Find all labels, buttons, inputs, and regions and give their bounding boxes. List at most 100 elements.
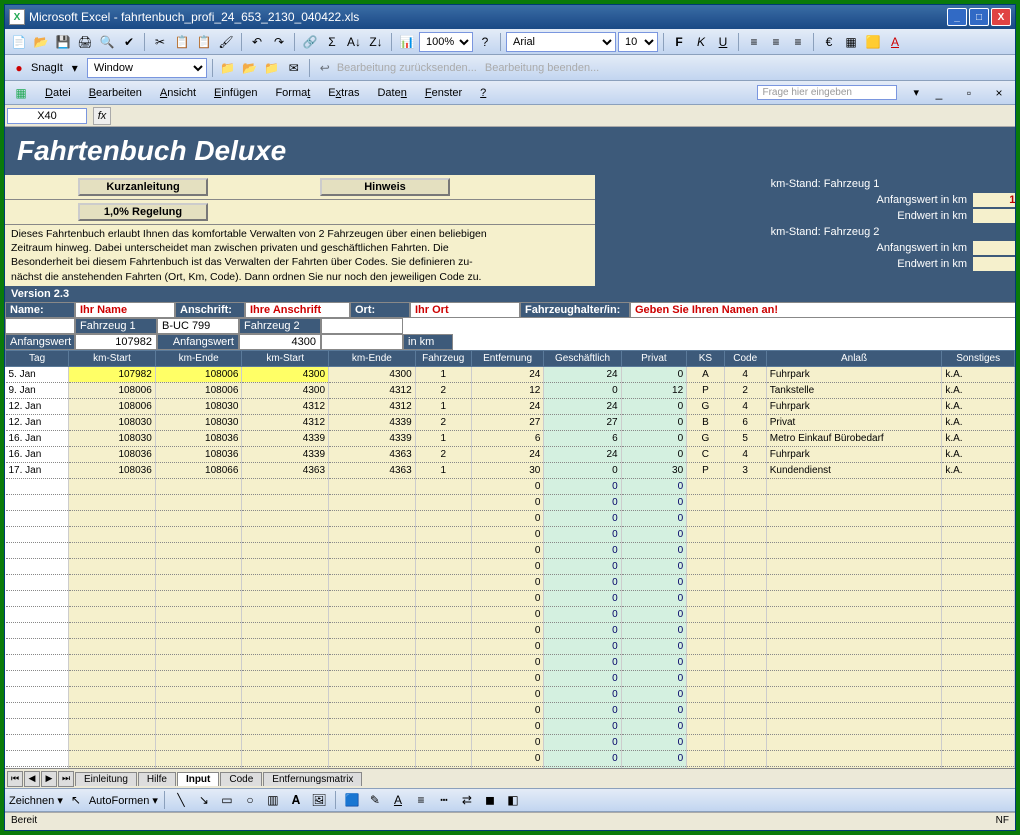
fx-button[interactable]: fx [93,107,111,125]
cell-ges[interactable]: 6 [544,430,621,446]
table-row-empty[interactable]: 000 [6,558,1015,574]
cell-ke1[interactable]: 108030 [155,398,242,414]
clipart-icon[interactable]: 🖼 [309,790,329,810]
cell-prv[interactable]: 0 [621,366,687,382]
cell-ges[interactable]: 24 [544,366,621,382]
sheet-tab-hilfe[interactable]: Hilfe [138,772,176,786]
cell-ent[interactable]: 12 [471,382,544,398]
sheet-tab-entfernungsmatrix[interactable]: Entfernungsmatrix [263,772,362,786]
table-row-empty[interactable]: 000 [6,686,1015,702]
cell-ke2[interactable]: 4312 [329,382,416,398]
doc-close-icon[interactable]: × [989,83,1009,103]
col-header[interactable]: km-Start [242,350,329,366]
cell-ks[interactable]: G [687,398,724,414]
table-row[interactable]: 12. Jan10803010803043124339227270B6Priva… [6,414,1015,430]
font-color-icon[interactable]: A [885,32,905,52]
table-row-empty[interactable]: 000 [6,510,1015,526]
cell-anlass[interactable]: Privat [766,414,942,430]
data-table[interactable]: Tagkm-Startkm-Endekm-Startkm-EndeFahrzeu… [5,350,1015,768]
cell-ke1[interactable]: 108030 [155,414,242,430]
cell-code[interactable]: 5 [724,430,766,446]
underline-icon[interactable]: U [713,32,733,52]
zoom-combo[interactable]: 100% [419,32,473,52]
cell-ent[interactable]: 6 [471,430,544,446]
cell-ges[interactable]: 0 [544,462,621,478]
arrow-style-icon[interactable]: ⇄ [457,790,477,810]
cell-tag[interactable]: 12. Jan [6,398,69,414]
doc-min-icon[interactable]: _ [929,83,949,103]
select-icon[interactable]: ↖ [66,790,86,810]
minimize-button[interactable]: _ [947,8,967,26]
table-row-empty[interactable]: 000 [6,750,1015,766]
col-header[interactable]: km-Ende [329,350,416,366]
cell-ks2[interactable]: 4300 [242,366,329,382]
cell-son[interactable]: k.A. [942,430,1015,446]
table-row[interactable]: 5. Jan10798210800643004300124240A4Fuhrpa… [6,366,1015,382]
table-row-empty[interactable]: 000 [6,670,1015,686]
cell-anlass[interactable]: Kundendienst [766,462,942,478]
cell-anlass[interactable]: Fuhrpark [766,366,942,382]
cell-ks1[interactable]: 108006 [69,398,156,414]
cell-ks[interactable]: P [687,462,724,478]
col-header[interactable]: km-Ende [155,350,242,366]
cell-fz[interactable]: 1 [415,398,471,414]
tab-prev-icon[interactable]: ◀ [24,771,40,787]
cell-fz[interactable]: 2 [415,382,471,398]
cell-ges[interactable]: 27 [544,414,621,430]
cell-son[interactable]: k.A. [942,446,1015,462]
cell-ges[interactable]: 0 [544,382,621,398]
cell-code[interactable]: 6 [724,414,766,430]
table-row-empty[interactable]: 000 [6,766,1015,768]
cell-ks1[interactable]: 107982 [69,366,156,382]
cell-ke1[interactable]: 108006 [155,382,242,398]
kennzeichen2[interactable] [321,318,403,334]
cell-anlass[interactable]: Metro Einkauf Bürobedarf [766,430,942,446]
anfang2-val[interactable]: 4300 [239,334,321,350]
cut-icon[interactable]: ✂ [150,32,170,52]
cell-ke2[interactable]: 4339 [329,414,416,430]
tab-next-icon[interactable]: ▶ [41,771,57,787]
table-row-empty[interactable]: 000 [6,654,1015,670]
menu-help[interactable]: ? [476,85,490,101]
input-halter[interactable]: Geben Sie Ihren Namen an! [630,302,1015,318]
worksheet-area[interactable]: Fahrtenbuch Deluxe Kurzanleitung Hinweis… [5,127,1015,768]
cell-prv[interactable]: 12 [621,382,687,398]
menu-bearbeiten[interactable]: Bearbeiten [85,85,146,101]
maximize-button[interactable]: □ [969,8,989,26]
format-painter-icon[interactable]: 🖌 [216,32,236,52]
cell-ke2[interactable]: 4363 [329,446,416,462]
undo-icon[interactable]: ↶ [247,32,267,52]
cell-tag[interactable]: 16. Jan [6,446,69,462]
cell-tag[interactable]: 16. Jan [6,430,69,446]
cell-anlass[interactable]: Fuhrpark [766,398,942,414]
line-icon[interactable]: ╲ [171,790,191,810]
menu-einfuegen[interactable]: Einfügen [210,85,261,101]
cell-ks1[interactable]: 108006 [69,382,156,398]
cell-ke1[interactable]: 108036 [155,446,242,462]
review-send-icon[interactable]: ↩ [315,58,335,78]
cell-ent[interactable]: 30 [471,462,544,478]
cell-tag[interactable]: 17. Jan [6,462,69,478]
cell-fz[interactable]: 2 [415,446,471,462]
textbox-icon[interactable]: ▥ [263,790,283,810]
fill-color-icon[interactable]: 🟨 [863,32,883,52]
bold-icon[interactable]: F [669,32,689,52]
snagit-icon[interactable]: ● [9,58,29,78]
table-row-empty[interactable]: 000 [6,606,1015,622]
table-row-empty[interactable]: 000 [6,590,1015,606]
cell-tag[interactable]: 12. Jan [6,414,69,430]
cell-tag[interactable]: 5. Jan [6,366,69,382]
cell-ke2[interactable]: 4300 [329,366,416,382]
sheet-tab-input[interactable]: Input [177,772,219,786]
table-row-empty[interactable]: 000 [6,494,1015,510]
cell-ent[interactable]: 24 [471,398,544,414]
menu-extras[interactable]: Extras [324,85,363,101]
arrow-icon[interactable]: ↘ [194,790,214,810]
cell-code[interactable]: 4 [724,398,766,414]
btn-regelung[interactable]: 1,0% Regelung [78,203,208,221]
cell-ent[interactable]: 24 [471,446,544,462]
table-row[interactable]: 16. Jan108030108036433943391660G5Metro E… [6,430,1015,446]
table-row-empty[interactable]: 000 [6,526,1015,542]
cell-code[interactable]: 4 [724,446,766,462]
tab-last-icon[interactable]: ⏭ [58,771,74,787]
